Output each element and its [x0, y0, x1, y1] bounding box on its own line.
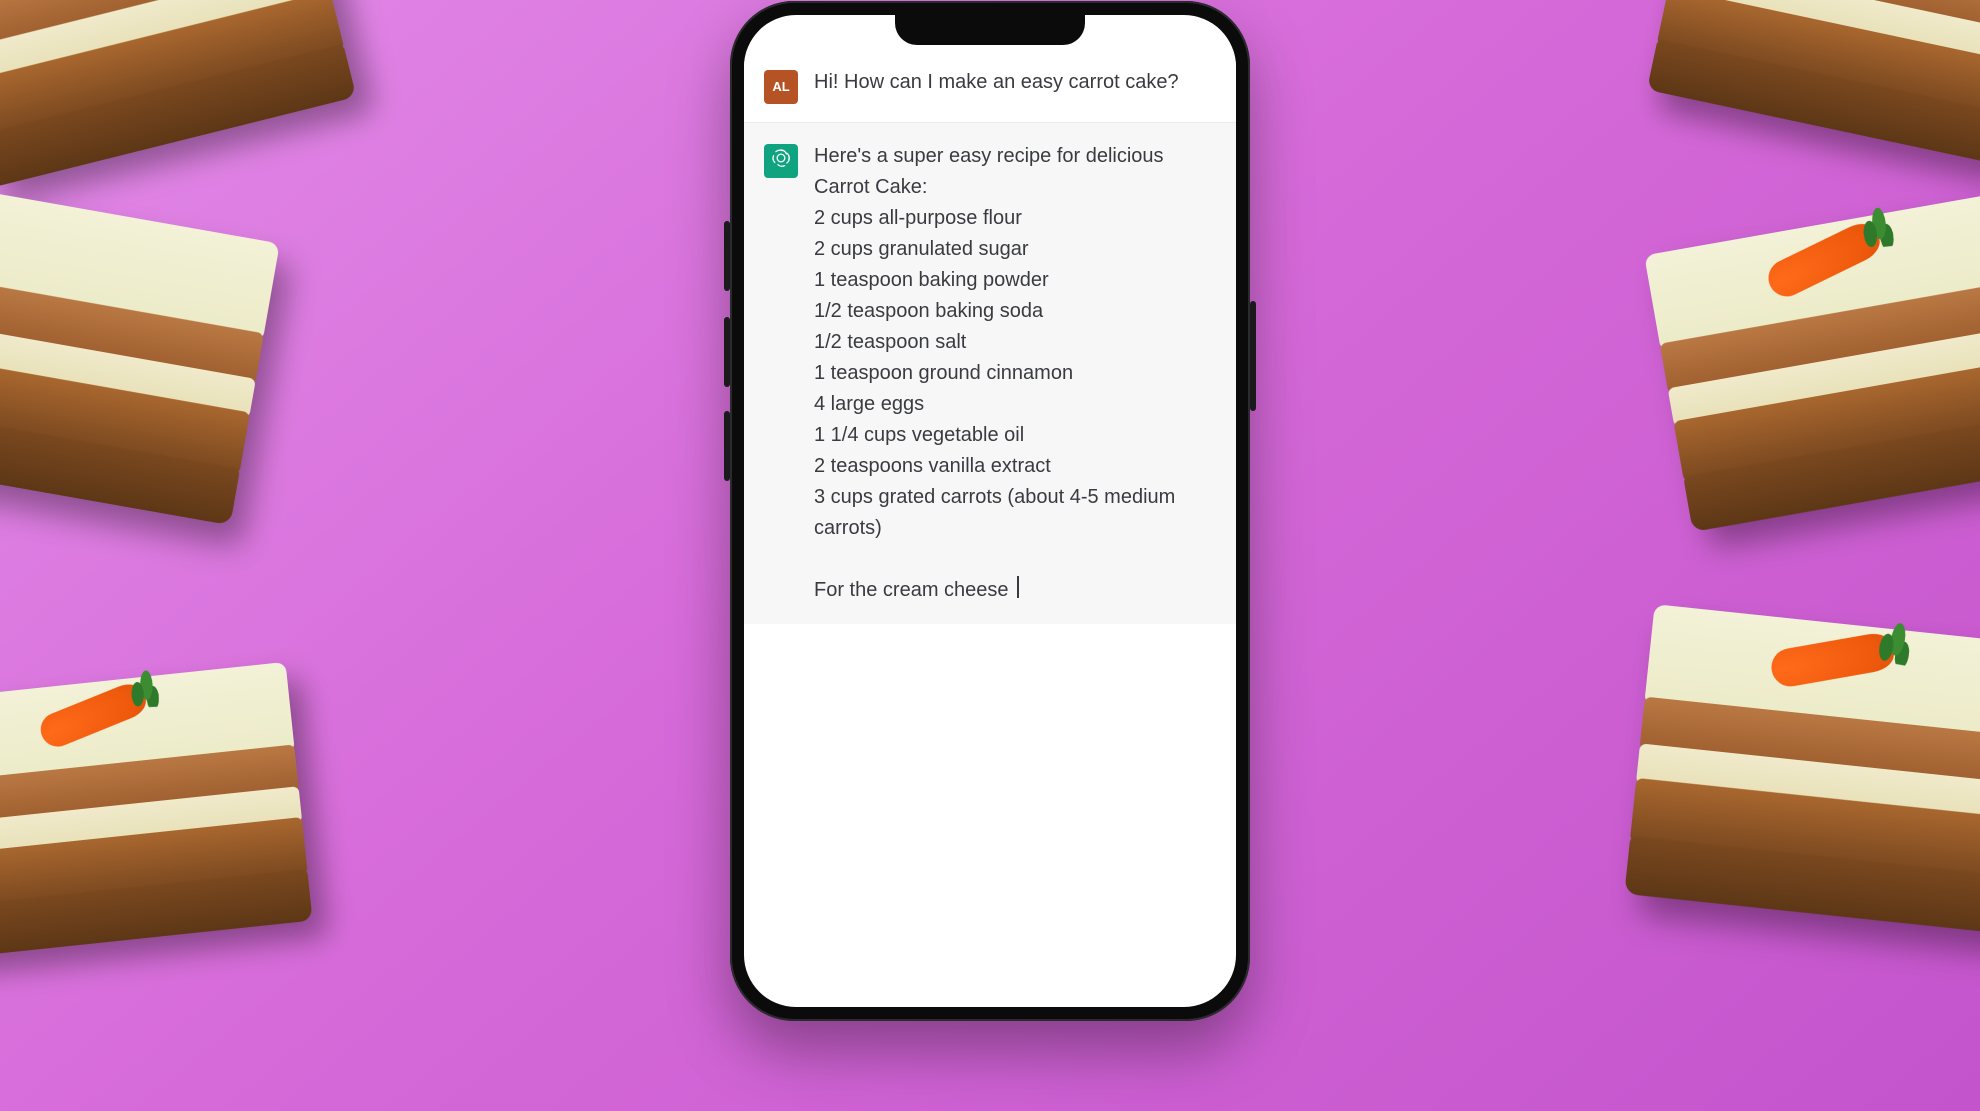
openai-icon — [770, 147, 792, 175]
phone-screen[interactable]: AL Hi! How can I make an easy carrot cak… — [744, 15, 1236, 1007]
assistant-continuation: For the cream cheese — [814, 575, 1214, 606]
user-avatar: AL — [764, 70, 798, 104]
cake-slice — [0, 175, 280, 525]
cake-slice — [1647, 0, 1980, 165]
typing-cursor-icon — [1017, 576, 1019, 598]
ingredient-line: 1 teaspoon baking powder — [814, 265, 1214, 296]
ingredient-line: 1 1/4 cups vegetable oil — [814, 420, 1214, 451]
blank-line — [814, 544, 1214, 575]
ingredient-line: 1 teaspoon ground cinnamon — [814, 358, 1214, 389]
ingredient-line: 2 cups granulated sugar — [814, 234, 1214, 265]
ingredient-line: 1/2 teaspoon salt — [814, 327, 1214, 358]
chat-thread[interactable]: AL Hi! How can I make an easy carrot cak… — [744, 15, 1236, 1007]
ingredient-line: 1/2 teaspoon baking soda — [814, 296, 1214, 327]
cake-slice — [0, 0, 356, 188]
phone-notch — [895, 15, 1085, 45]
ingredient-line: 2 teaspoons vanilla extract — [814, 451, 1214, 482]
assistant-intro: Here's a super easy recipe for delicious… — [814, 141, 1214, 203]
cake-slice — [0, 662, 313, 958]
message-user: AL Hi! How can I make an easy carrot cak… — [744, 49, 1236, 122]
assistant-avatar — [764, 144, 798, 178]
ingredient-line: 3 cups grated carrots (about 4-5 medium … — [814, 482, 1214, 544]
ingredient-line: 4 large eggs — [814, 389, 1214, 420]
ingredient-line: 2 cups all-purpose flour — [814, 203, 1214, 234]
phone-frame: AL Hi! How can I make an easy carrot cak… — [730, 1, 1250, 1021]
message-assistant: Here's a super easy recipe for delicious… — [744, 122, 1236, 624]
assistant-message-text: Here's a super easy recipe for delicious… — [814, 141, 1214, 606]
cake-slice — [1644, 188, 1980, 532]
cake-slice — [1624, 604, 1980, 936]
user-message-text: Hi! How can I make an easy carrot cake? — [814, 67, 1214, 104]
